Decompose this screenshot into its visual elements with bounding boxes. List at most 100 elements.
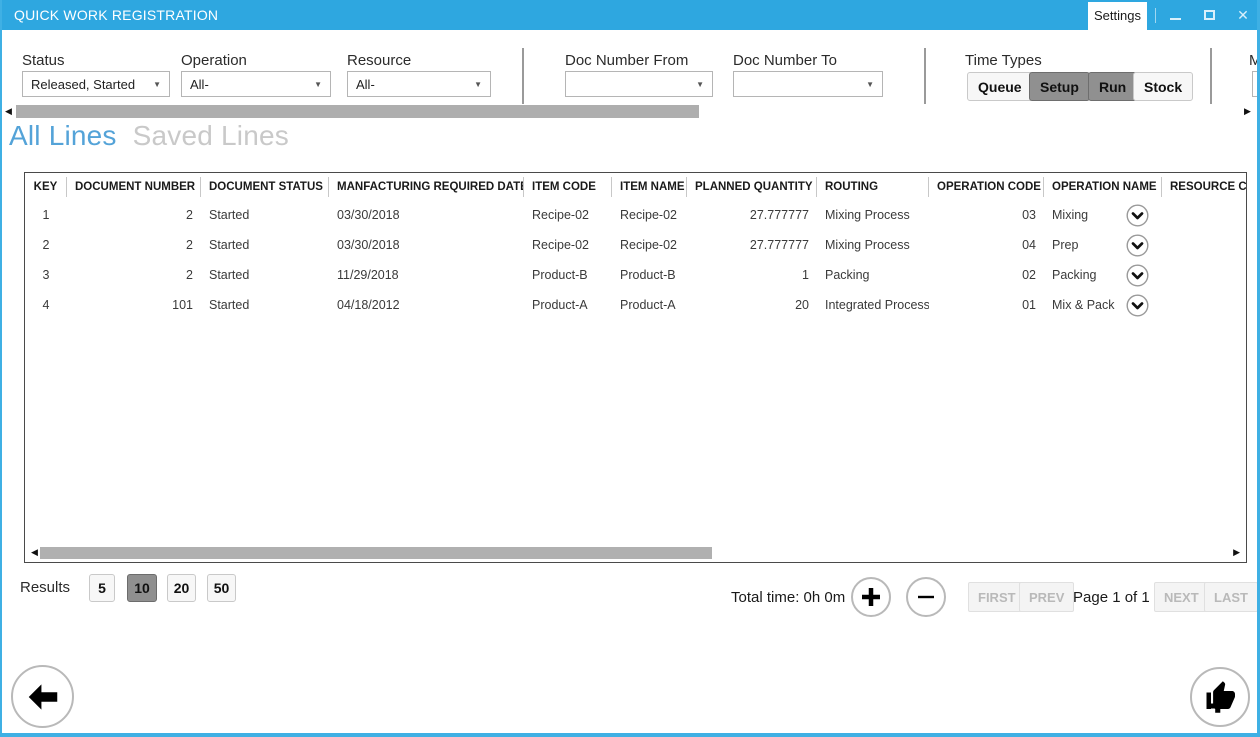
minimize-icon xyxy=(1170,18,1181,20)
close-button[interactable]: ✕ xyxy=(1228,0,1258,30)
subtract-time-button[interactable] xyxy=(906,577,946,617)
table-cell: 11/29/2018 xyxy=(329,268,524,282)
chevron-down-icon xyxy=(1126,204,1149,227)
scroll-left-icon[interactable]: ◀ xyxy=(31,546,38,559)
column-header-item-name[interactable]: ITEM NAME xyxy=(612,177,687,197)
close-icon: ✕ xyxy=(1237,7,1249,24)
table-cell: Started xyxy=(201,208,329,222)
chevron-down-icon xyxy=(1126,264,1149,287)
doc-number-to-label: Doc Number To xyxy=(733,52,837,69)
last-page-button[interactable]: LAST xyxy=(1204,582,1258,612)
back-arrow-icon xyxy=(24,678,62,716)
table-cell: Product-A xyxy=(524,298,612,312)
filter-divider xyxy=(924,48,926,104)
filter-scrollbar-thumb[interactable] xyxy=(16,105,699,118)
scroll-right-icon[interactable]: ▶ xyxy=(1244,105,1251,118)
table-cell: 04 xyxy=(929,238,1044,252)
minus-icon xyxy=(914,585,938,609)
back-button[interactable] xyxy=(11,665,74,728)
minimize-button[interactable] xyxy=(1160,0,1190,30)
tab-saved-lines[interactable]: Saved Lines xyxy=(133,120,289,152)
chevron-down-icon: ▼ xyxy=(153,80,161,89)
clipped-filter-field[interactable]: 1 xyxy=(1252,71,1260,97)
total-time-label: Total time: 0h 0m xyxy=(731,589,845,606)
window-title: QUICK WORK REGISTRATION xyxy=(14,0,218,30)
doc-number-from-label: Doc Number From xyxy=(565,52,688,69)
prev-page-button[interactable]: PREV xyxy=(1019,582,1074,612)
row-expand-button[interactable] xyxy=(1126,263,1150,287)
app-window: QUICK WORK REGISTRATION Settings ✕ Statu… xyxy=(0,0,1260,737)
table-cell: 2 xyxy=(25,238,67,252)
plus-icon xyxy=(859,585,883,609)
filter-divider xyxy=(1210,48,1212,104)
table-cell: Recipe-02 xyxy=(524,238,612,252)
table-cell: 101 xyxy=(67,298,201,312)
table-row[interactable]: 32Started11/29/2018Product-BProduct-B1Pa… xyxy=(25,260,1246,290)
column-header-planned-quantity[interactable]: PLANNED QUANTITY xyxy=(687,177,817,197)
status-dropdown[interactable]: Released, Started ▼ xyxy=(22,71,170,97)
table-cell: Packing xyxy=(1044,263,1162,287)
column-header-document-status[interactable]: DOCUMENT STATUS xyxy=(201,177,329,197)
table-cell: 03 xyxy=(929,208,1044,222)
time-type-queue-button[interactable]: Queue xyxy=(967,72,1033,101)
operation-name-value: Mix & Pack xyxy=(1052,298,1115,312)
titlebar-separator xyxy=(1155,8,1156,23)
row-expand-button[interactable] xyxy=(1126,293,1150,317)
table-row[interactable]: 22Started03/30/2018Recipe-02Recipe-0227.… xyxy=(25,230,1246,260)
grid-scrollbar: ◀ ▶ xyxy=(27,546,1244,560)
resource-dropdown[interactable]: All- ▼ xyxy=(347,71,491,97)
grid-scrollbar-thumb[interactable] xyxy=(40,547,712,559)
time-type-stock-button[interactable]: Stock xyxy=(1133,72,1193,101)
table-cell: Started xyxy=(201,238,329,252)
table-cell: Mixing xyxy=(1044,203,1162,227)
page-size-10-button[interactable]: 10 xyxy=(127,574,157,602)
table-cell: 04/18/2012 xyxy=(329,298,524,312)
column-header-resource-co[interactable]: RESOURCE CO xyxy=(1162,177,1247,197)
page-size-5-button[interactable]: 5 xyxy=(89,574,115,602)
operation-dropdown[interactable]: All- ▼ xyxy=(181,71,331,97)
tab-settings[interactable]: Settings xyxy=(1088,2,1147,30)
page-size-50-button[interactable]: 50 xyxy=(207,574,236,602)
table-cell: Product-A xyxy=(612,298,687,312)
column-header-operation-name[interactable]: OPERATION NAME xyxy=(1044,177,1162,197)
first-page-button[interactable]: FIRST xyxy=(968,582,1026,612)
tab-all-lines[interactable]: All Lines xyxy=(9,120,117,152)
maximize-button[interactable] xyxy=(1194,0,1224,30)
table-cell: Recipe-02 xyxy=(612,238,687,252)
lines-tabs: All Lines Saved Lines xyxy=(9,120,289,152)
table-cell: 2 xyxy=(67,268,201,282)
column-header-routing[interactable]: ROUTING xyxy=(817,177,929,197)
column-header-document-number[interactable]: DOCUMENT NUMBER xyxy=(67,177,201,197)
thumbs-up-plus-icon xyxy=(1202,679,1238,715)
doc-number-from-dropdown[interactable]: ▼ xyxy=(565,71,713,97)
status-value: Released, Started xyxy=(31,77,135,92)
table-cell: 20 xyxy=(687,298,817,312)
scroll-left-icon[interactable]: ◀ xyxy=(5,105,12,118)
column-header-operation-code[interactable]: OPERATION CODE xyxy=(929,177,1044,197)
table-cell: Prep xyxy=(1044,233,1162,257)
resource-label: Resource xyxy=(347,52,411,69)
time-type-run-button[interactable]: Run xyxy=(1088,72,1137,101)
row-expand-button[interactable] xyxy=(1126,203,1150,227)
chevron-down-icon: ▼ xyxy=(314,80,322,89)
page-size-20-button[interactable]: 20 xyxy=(167,574,196,602)
grid-body: 12Started03/30/2018Recipe-02Recipe-0227.… xyxy=(25,200,1246,320)
table-cell: 3 xyxy=(25,268,67,282)
column-header-key[interactable]: KEY xyxy=(25,177,67,197)
resource-value: All- xyxy=(356,77,375,92)
time-type-setup-button[interactable]: Setup xyxy=(1029,72,1090,101)
doc-number-to-dropdown[interactable]: ▼ xyxy=(733,71,883,97)
table-row[interactable]: 12Started03/30/2018Recipe-02Recipe-0227.… xyxy=(25,200,1246,230)
chevron-down-icon: ▼ xyxy=(696,80,704,89)
table-cell: 03/30/2018 xyxy=(329,208,524,222)
row-expand-button[interactable] xyxy=(1126,233,1150,257)
next-page-button[interactable]: NEXT xyxy=(1154,582,1209,612)
table-row[interactable]: 4101Started04/18/2012Product-AProduct-A2… xyxy=(25,290,1246,320)
add-time-button[interactable] xyxy=(851,577,891,617)
approve-add-button[interactable] xyxy=(1190,667,1250,727)
work-lines-grid: KEYDOCUMENT NUMBERDOCUMENT STATUSMANFACT… xyxy=(24,172,1247,563)
column-header-manfacturing-required-date[interactable]: MANFACTURING REQUIRED DATE xyxy=(329,177,524,197)
column-header-item-code[interactable]: ITEM CODE xyxy=(524,177,612,197)
scroll-right-icon[interactable]: ▶ xyxy=(1233,546,1240,559)
operation-name-value: Packing xyxy=(1052,268,1096,282)
